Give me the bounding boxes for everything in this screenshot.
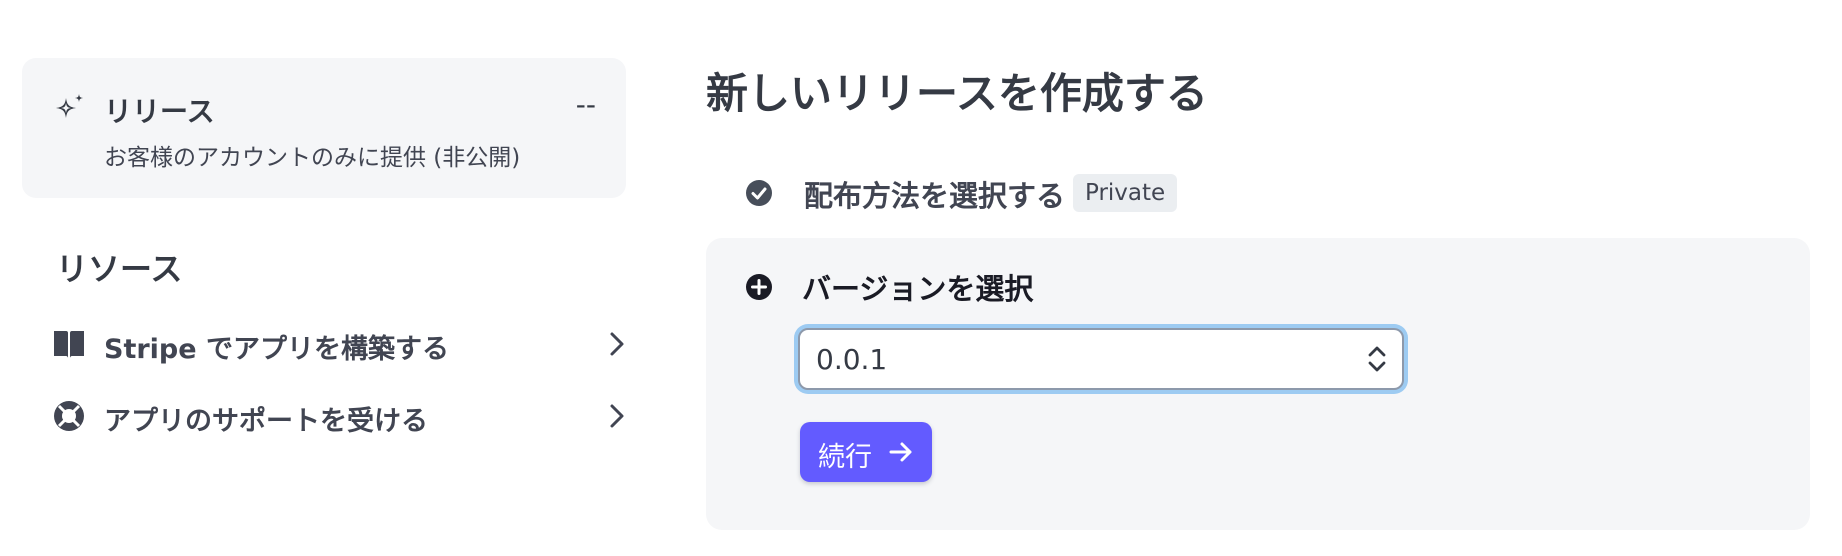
release-title: リリース bbox=[104, 95, 215, 128]
plus-circle-icon bbox=[746, 274, 772, 300]
select-updown-icon bbox=[1368, 346, 1386, 372]
resource-link-get-support[interactable]: アプリのサポートを受ける bbox=[52, 391, 632, 441]
release-status: -- bbox=[575, 88, 596, 121]
resource-link-label: アプリのサポートを受ける bbox=[104, 406, 428, 437]
resources-heading: リソース bbox=[56, 250, 183, 288]
step-version-label: バージョンを選択 bbox=[802, 272, 1034, 306]
release-card: リリース -- お客様のアカウントのみに提供 (非公開) bbox=[22, 58, 626, 198]
check-circle-icon bbox=[746, 180, 772, 206]
continue-button-label: 続行 bbox=[818, 442, 872, 473]
version-step-panel: バージョンを選択 0.0.1 続行 bbox=[706, 238, 1810, 530]
step-distribution-label: 配布方法を選択する bbox=[804, 179, 1066, 213]
continue-button[interactable]: 続行 bbox=[800, 422, 932, 482]
version-select-value: 0.0.1 bbox=[816, 343, 888, 376]
book-icon bbox=[54, 331, 84, 358]
lifebuoy-icon bbox=[54, 401, 84, 431]
private-badge: Private bbox=[1073, 174, 1178, 212]
sparkle-icon bbox=[56, 94, 83, 118]
chevron-right-icon bbox=[610, 404, 624, 428]
page: リリース -- お客様のアカウントのみに提供 (非公開) リソース Stripe… bbox=[0, 0, 1842, 556]
resource-link-build-app[interactable]: Stripe でアプリを構築する bbox=[52, 319, 632, 369]
release-subtitle: お客様のアカウントのみに提供 (非公開) bbox=[104, 145, 521, 171]
chevron-right-icon bbox=[610, 332, 624, 356]
version-select[interactable]: 0.0.1 bbox=[798, 328, 1404, 390]
arrow-right-icon bbox=[889, 442, 912, 462]
resource-link-label: Stripe でアプリを構築する bbox=[104, 334, 449, 365]
page-title: 新しいリリースを作成する bbox=[706, 69, 1208, 118]
